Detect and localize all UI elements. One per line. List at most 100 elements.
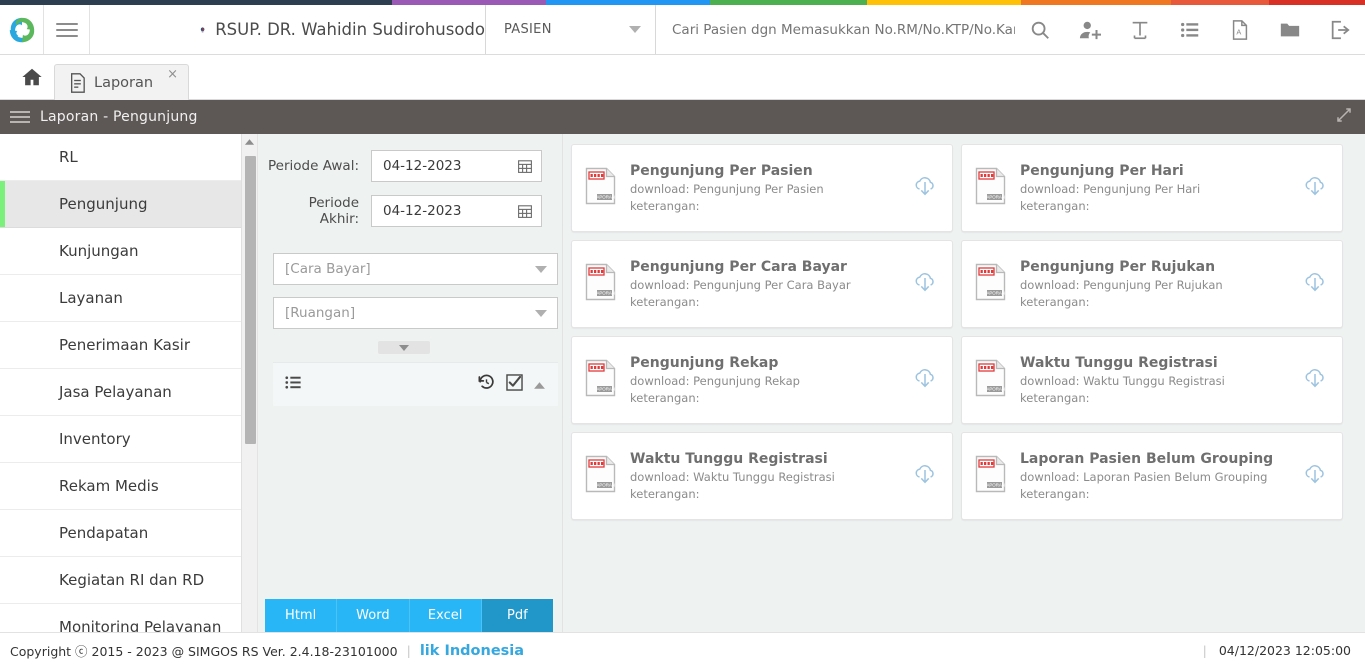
sidebar-item-pengunjung[interactable]: Pengunjung [0,181,257,228]
periode-awal-input[interactable]: 04-12-2023 [371,150,542,182]
cloud-download-icon[interactable] [1302,365,1328,391]
cloud-download-icon[interactable] [1302,173,1328,199]
svg-text:LAPORAN: LAPORAN [594,195,615,200]
ruangan-select[interactable]: [Ruangan] [273,297,558,329]
report-download-text: download: Laporan Pasien Belum Grouping [1020,470,1268,484]
search-icon[interactable] [1015,5,1065,55]
sidebar-item-label: RL [59,148,78,166]
download-button[interactable] [912,269,938,299]
download-button[interactable] [912,173,938,203]
document-icon [71,72,85,93]
export-html-button[interactable]: Html [265,599,338,632]
report-title: Waktu Tunggu Registrasi [630,451,828,467]
download-button[interactable] [912,461,938,491]
cloud-download-icon[interactable] [1302,269,1328,295]
sidebar-item-label: Pengunjung [59,195,148,213]
app-logo[interactable] [0,5,44,54]
download-button[interactable] [1302,173,1328,203]
tab-laporan[interactable]: Laporan × [54,64,189,100]
menu-toggle-button[interactable] [44,5,90,54]
svg-text:LAPORAN: LAPORAN [984,483,1005,488]
search-category-select[interactable]: PASIEN [486,5,656,54]
sidebar-item-rl[interactable]: RL [0,134,257,181]
home-tab-button[interactable] [10,55,54,99]
report-card-text: Laporan Pasien Belum Grouping download: L… [1020,451,1302,501]
report-title: Pengunjung Per Pasien [630,163,813,179]
sidebar-item-layanan[interactable]: Layanan [0,275,257,322]
sidebar-item-inventory[interactable]: Inventory [0,416,257,463]
text-tool-icon[interactable] [1115,5,1165,55]
history-reset-icon[interactable] [477,373,496,396]
sidebar-item-label: Kunjungan [59,242,139,260]
hamburger-icon [55,19,78,41]
tab-close-icon[interactable]: × [167,67,178,82]
pdf-icon[interactable]: A [1215,5,1265,55]
svg-text:A: A [1236,27,1241,36]
report-card[interactable]: LAPORAN Waktu Tunggu Registrasi download:… [571,432,953,520]
tab-label: Laporan [94,74,154,91]
download-button[interactable] [1302,365,1328,395]
cloud-download-icon[interactable] [912,461,938,487]
sidebar-item-kegiatan-ri-dan-rd[interactable]: Kegiatan RI dan RD [0,557,257,604]
periode-akhir-input[interactable]: 04-12-2023 [371,195,542,227]
report-card[interactable]: LAPORAN Pengunjung Per Hari download: Pen… [961,144,1343,232]
checkbox-checked-icon[interactable] [505,373,524,396]
report-card[interactable]: LAPORAN Waktu Tunggu Registrasi download:… [961,336,1343,424]
chevron-down-icon [629,26,641,33]
sidebar-item-rekam-medis[interactable]: Rekam Medis [0,463,257,510]
cara-bayar-select[interactable]: [Cara Bayar] [273,253,558,285]
export-button-group: Html Word Excel Pdf [265,599,553,632]
list-icon[interactable] [1165,5,1215,55]
expand-icon[interactable] [1335,106,1353,128]
footer-datetime: 04/12/2023 12:05:00 [1218,643,1351,658]
search-input[interactable] [656,21,1015,38]
breadcrumb-menu-icon[interactable] [10,108,30,126]
sidebar-item-kunjungan[interactable]: Kunjungan [0,228,257,275]
scrollbar-thumb[interactable] [245,156,256,444]
cloud-download-icon[interactable] [912,173,938,199]
footer-divider: | [406,643,411,658]
logout-icon[interactable] [1315,5,1365,55]
cloud-download-icon[interactable] [912,365,938,391]
export-pdf-button[interactable]: Pdf [481,599,553,632]
cloud-download-icon[interactable] [1302,461,1328,487]
list-icon[interactable] [284,373,303,396]
export-word-button[interactable]: Word [337,599,410,632]
download-button[interactable] [912,365,938,395]
report-card[interactable]: LAPORAN Pengunjung Per Pasien download: P… [571,144,953,232]
report-document-icon: LAPORAN [585,263,617,305]
chevron-down-icon [535,309,547,317]
scroll-up-icon[interactable] [242,134,257,150]
hospital-branding: RSUP. DR. Wahidin Sudirohusodo [90,5,486,54]
cloud-download-icon[interactable] [912,269,938,295]
report-keterangan-text: keterangan: [630,391,700,405]
sidebar-item-label: Jasa Pelayanan [59,383,172,401]
folder-icon[interactable] [1265,5,1315,55]
download-button[interactable] [1302,269,1328,299]
sidebar-scrollbar[interactable] [241,134,257,644]
report-card-text: Pengunjung Per Pasien download: Pengunjun… [630,163,912,213]
footer-brand: lik Indonesia [419,642,525,659]
report-document-icon: LAPORAN [975,263,1007,305]
report-card-grid: LAPORAN Pengunjung Per Pasien download: P… [563,134,1365,644]
calendar-icon[interactable] [517,158,533,174]
svg-text:LAPORAN: LAPORAN [594,483,615,488]
add-user-icon[interactable] [1065,5,1115,55]
sidebar-item-jasa-pelayanan[interactable]: Jasa Pelayanan [0,369,257,416]
export-excel-button[interactable]: Excel [409,599,482,632]
sidebar-item-penerimaan-kasir[interactable]: Penerimaan Kasir [0,322,257,369]
periode-akhir-row: Periode Akhir: 04-12-2023 [266,195,542,227]
report-card[interactable]: LAPORAN Pengunjung Per Cara Bayar downloa… [571,240,953,328]
report-document-icon: LAPORAN [585,263,616,301]
sidebar-item-pendapatan[interactable]: Pendapatan [0,510,257,557]
report-card[interactable]: LAPORAN Pengunjung Per Rujukan download: … [961,240,1343,328]
report-card[interactable]: LAPORAN Laporan Pasien Belum Grouping dow… [961,432,1343,520]
report-document-icon: LAPORAN [975,263,1006,301]
panel-drag-handle[interactable] [378,341,430,354]
report-card[interactable]: LAPORAN Pengunjung Rekap download: Pengun… [571,336,953,424]
chevron-up-icon[interactable] [533,375,546,394]
report-document-icon: LAPORAN [975,359,1006,397]
periode-akhir-value: 04-12-2023 [383,203,462,219]
download-button[interactable] [1302,461,1328,491]
calendar-icon[interactable] [517,203,533,219]
